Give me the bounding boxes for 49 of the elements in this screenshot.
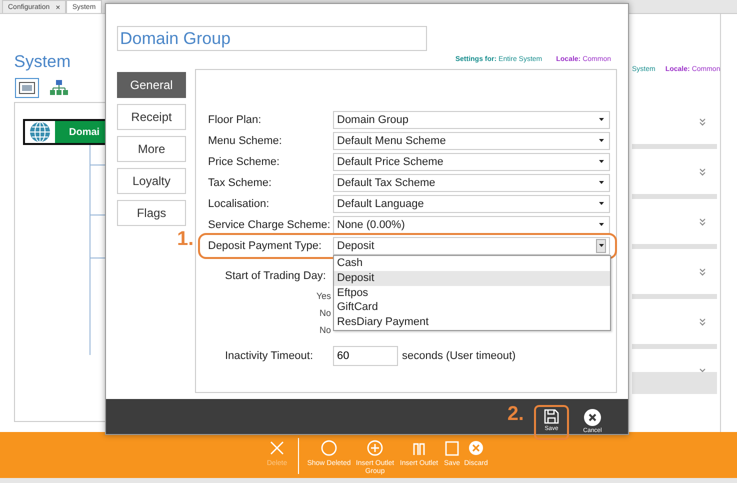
circle-icon [319,438,339,458]
field-label: Menu Scheme: [208,135,283,147]
dropdown-option[interactable]: GiftCard [334,300,610,316]
field-label: Start of Trading Day: [225,270,326,282]
field-label: Inactivity Timeout: [225,350,314,362]
chevron-icon[interactable] [699,268,706,276]
chevron-icon[interactable] [699,168,706,176]
dropdown[interactable]: None (0.00%) [333,216,610,234]
view-toggle[interactable] [15,78,39,98]
step-number: 1. [177,228,194,251]
chevron-icon[interactable] [699,218,706,226]
card-view-icon [19,82,35,94]
dropdown[interactable]: Default Menu Scheme [333,132,610,150]
dropdown[interactable]: Default Tax Scheme [333,174,610,192]
field-label: Floor Plan: [208,114,262,126]
field-label: Localisation: [208,198,270,210]
option-label: Yes [316,291,331,301]
field-label: Tax Scheme: [208,177,273,189]
dropdown[interactable]: Domain Group [333,111,610,129]
hierarchy-icon [50,80,68,96]
nav-tab[interactable]: General [117,72,186,98]
dropdown[interactable]: Deposit [333,237,610,255]
cancel-icon [584,409,601,426]
nav-tab[interactable]: More [117,136,186,162]
nav-tab[interactable]: Loyalty [117,168,186,194]
option-label: No [319,325,331,335]
option-label: No [319,308,331,318]
dropdown-option[interactable]: Deposit [334,270,610,286]
dropdown-option[interactable]: Eftpos [334,286,610,300]
chevron-icon[interactable] [699,318,706,326]
view-toggle[interactable] [47,78,71,98]
page-title: System [14,52,71,73]
field-label: Price Scheme: [208,156,281,168]
dropdown-option[interactable]: ResDiary Payment [334,315,610,330]
caret-icon [596,239,606,253]
number-field[interactable]: 60 [333,346,398,366]
close-icon[interactable]: × [56,2,60,12]
field-label: Service Charge Scheme: [208,219,332,231]
cancel-icon [466,438,486,458]
dropdown[interactable]: Default Price Scheme [333,153,610,171]
dropdown-option[interactable]: Cash [334,256,610,271]
nav-tab[interactable]: Receipt [117,104,186,130]
step-number: 2. [507,403,524,426]
dropdown[interactable]: Default Language [333,195,610,213]
unit-label: seconds (User timeout) [402,350,516,362]
field-label: Deposit Payment Type: [208,240,323,252]
chevron-icon[interactable] [699,118,706,126]
nav-tab[interactable]: Flags [117,200,186,226]
name-field[interactable]: Domain Group [117,26,427,51]
